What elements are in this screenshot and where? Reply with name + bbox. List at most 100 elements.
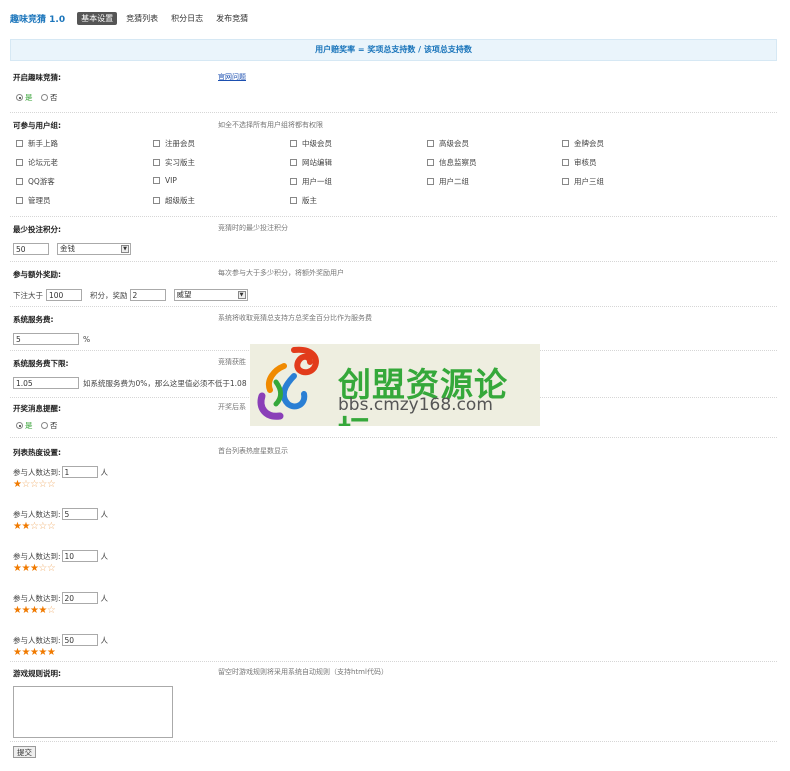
extra-controls: 下注大于 100 积分，奖励 2 威望 ▼ xyxy=(13,289,248,301)
group-checkbox[interactable] xyxy=(290,178,297,185)
group-checkbox[interactable] xyxy=(16,178,23,185)
rules-textarea[interactable] xyxy=(13,686,173,738)
group-checkbox[interactable] xyxy=(153,177,160,184)
group-checkbox[interactable] xyxy=(562,159,569,166)
extra-currency-select[interactable]: 威望 ▼ xyxy=(173,289,248,301)
group-checkbox-label: 用户二组 xyxy=(439,177,469,186)
group-checkbox-item[interactable]: 高级会员 xyxy=(427,138,469,149)
group-checkbox-item[interactable]: 用户三组 xyxy=(562,176,604,187)
group-checkbox[interactable] xyxy=(562,140,569,147)
group-checkbox[interactable] xyxy=(153,140,160,147)
notify-yes-radio[interactable] xyxy=(16,422,23,429)
extra-label: 参与额外奖励: xyxy=(13,270,61,279)
group-checkbox[interactable] xyxy=(427,140,434,147)
hot-level-unit: 人 xyxy=(100,635,109,645)
min-bet-input[interactable]: 50 xyxy=(13,243,49,255)
watermark-url: bbs.cmzy168.com xyxy=(338,395,493,415)
group-checkbox-label: 审核员 xyxy=(574,158,597,167)
extra-threshold-input[interactable]: 100 xyxy=(46,289,82,301)
star-filled-icon: ★ xyxy=(21,647,30,658)
fee-input[interactable]: 5 xyxy=(13,333,79,345)
group-checkbox[interactable] xyxy=(290,159,297,166)
official-link[interactable]: 官网问题 xyxy=(218,73,246,81)
group-checkbox-item[interactable]: 审核员 xyxy=(562,157,597,168)
group-checkbox[interactable] xyxy=(427,178,434,185)
star-filled-icon: ★ xyxy=(38,647,47,658)
fee-min-input[interactable]: 1.05 xyxy=(13,377,79,389)
group-checkbox[interactable] xyxy=(16,197,23,204)
hot-level-prefix: 参与人数达到: xyxy=(13,467,61,477)
notify-no-label: 否 xyxy=(50,421,58,430)
app-title: 趣味竞猜 1.0 xyxy=(10,14,66,25)
extra-desc: 每次参与大于多少积分，将额外奖励用户 xyxy=(218,269,344,277)
star-filled-icon: ★ xyxy=(21,605,30,616)
hot-level-stars: ★★★☆☆ xyxy=(13,563,56,574)
enable-radio-group: 是 否 xyxy=(16,92,64,103)
hot-level-stars: ★★★★★ xyxy=(13,647,56,658)
group-checkbox-item[interactable]: QQ游客 xyxy=(16,176,55,187)
group-checkbox[interactable] xyxy=(290,197,297,204)
group-checkbox-item[interactable]: 信息监察员 xyxy=(427,157,477,168)
group-checkbox[interactable] xyxy=(427,159,434,166)
group-checkbox-item[interactable]: 中级会员 xyxy=(290,138,332,149)
group-checkbox[interactable] xyxy=(290,140,297,147)
enable-no-radio[interactable] xyxy=(41,94,49,101)
group-checkbox-item[interactable]: 用户一组 xyxy=(290,176,332,187)
group-checkbox-item[interactable]: 管理员 xyxy=(16,195,51,206)
fee-controls: 5 % xyxy=(13,333,90,345)
group-checkbox-label: 管理员 xyxy=(28,196,51,205)
tab-basic-settings[interactable]: 基本设置 xyxy=(77,11,118,25)
group-checkbox-label: 信息监察员 xyxy=(439,158,477,167)
row-fee: 系统服务费: 系统将收取竞猜总支持方总奖金百分比作为服务费 5 % xyxy=(10,306,777,348)
min-bet-currency-select[interactable]: 金钱 ▼ xyxy=(57,243,131,255)
group-checkbox-label: 中级会员 xyxy=(302,139,332,148)
group-checkbox[interactable] xyxy=(562,178,569,185)
group-checkbox[interactable] xyxy=(16,140,23,147)
group-checkbox[interactable] xyxy=(16,159,23,166)
group-checkbox-item[interactable]: VIP xyxy=(153,176,177,185)
group-checkbox-item[interactable]: 新手上路 xyxy=(16,138,58,149)
group-checkbox-item[interactable]: 金牌会员 xyxy=(562,138,604,149)
notify-radio-group: 是 否 xyxy=(16,420,64,431)
group-checkbox-label: 金牌会员 xyxy=(574,139,604,148)
star-empty-icon: ☆ xyxy=(46,479,56,490)
extra-reward-input[interactable]: 2 xyxy=(129,289,166,301)
tab-points-log[interactable]: 积分日志 xyxy=(167,12,207,25)
star-empty-icon: ☆ xyxy=(21,479,30,490)
hot-level-row: 参与人数达到: 1 人 xyxy=(13,466,108,478)
watermark-title: 创盟资源论坛 xyxy=(338,365,508,426)
group-checkbox-label: 新手上路 xyxy=(28,139,58,148)
fee-min-desc: 竞猜获胜 xyxy=(218,358,246,366)
group-checkbox-label: 用户三组 xyxy=(574,177,604,186)
group-checkbox-label: 实习版主 xyxy=(165,158,195,167)
group-checkbox[interactable] xyxy=(153,197,160,204)
rules-desc: 留空时游戏规则将采用系统自动规则（支持html代码） xyxy=(218,668,388,676)
hot-level-input[interactable]: 5 xyxy=(61,508,98,520)
hot-level-input[interactable]: 50 xyxy=(61,634,98,646)
enable-yes-radio[interactable] xyxy=(16,94,23,101)
submit-button[interactable]: 提交 xyxy=(13,746,36,758)
hot-level-input[interactable]: 20 xyxy=(61,592,98,604)
hot-level-input[interactable]: 1 xyxy=(61,466,98,478)
group-checkbox-label: QQ游客 xyxy=(28,177,55,186)
group-checkbox-item[interactable]: 版主 xyxy=(290,195,317,206)
hot-level-unit: 人 xyxy=(100,509,109,519)
hot-label: 列表热度设置: xyxy=(13,448,61,457)
fee-unit: % xyxy=(83,334,91,344)
hot-level-prefix: 参与人数达到: xyxy=(13,509,61,519)
group-checkbox-item[interactable]: 论坛元老 xyxy=(16,157,58,168)
notify-no-radio[interactable] xyxy=(41,422,49,429)
group-checkbox-item[interactable]: 超级版主 xyxy=(153,195,195,206)
star-empty-icon: ☆ xyxy=(38,563,47,574)
group-checkbox-item[interactable]: 用户二组 xyxy=(427,176,469,187)
group-checkbox-item[interactable]: 网站编辑 xyxy=(290,157,332,168)
group-checkbox-item[interactable]: 注册会员 xyxy=(153,138,195,149)
extra-middle: 积分，奖励 xyxy=(90,290,128,300)
hot-level-input[interactable]: 10 xyxy=(61,550,98,562)
group-checkbox[interactable] xyxy=(153,159,160,166)
tab-publish-guess[interactable]: 发布竞猜 xyxy=(212,12,252,25)
group-checkbox-item[interactable]: 实习版主 xyxy=(153,157,195,168)
notify-yes-label: 是 xyxy=(25,421,33,430)
tab-guess-list[interactable]: 竞猜列表 xyxy=(122,12,162,25)
enable-desc: 官网问题 xyxy=(218,72,246,82)
